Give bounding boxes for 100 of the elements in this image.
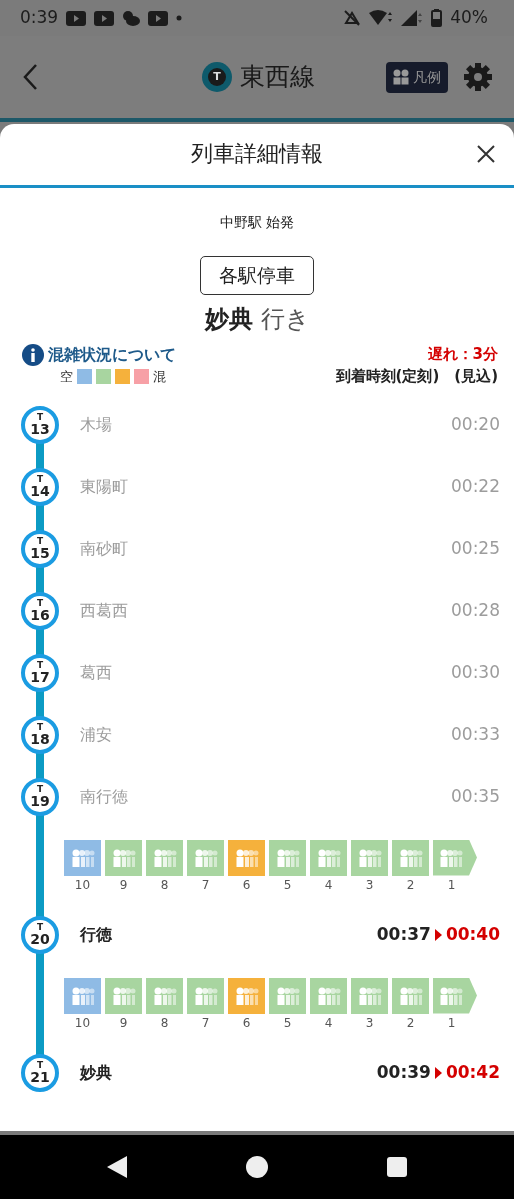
station-name: 南行徳 [80, 785, 128, 808]
passengers-icon [316, 986, 341, 1005]
triangle-icon [434, 1066, 442, 1079]
car-number: 1 [446, 1014, 457, 1032]
station-number-badge: T 15 [21, 529, 59, 568]
car-number: 9 [118, 1014, 129, 1032]
passengers-icon [439, 986, 463, 1005]
car-number: 8 [159, 876, 170, 894]
home-button[interactable] [246, 1156, 268, 1178]
passengers-icon [152, 986, 177, 1005]
passengers-icon [193, 848, 218, 867]
destination-suffix: 行き [260, 303, 310, 335]
weather-icon [122, 10, 141, 26]
destination-name: 妙典 [204, 303, 253, 335]
train-type-badge: 各駅停車 [200, 256, 314, 295]
passengers-icon [439, 848, 463, 867]
origin-text: 中野駅 始発 [219, 213, 295, 232]
station-number-badge: T 16 [21, 591, 59, 630]
passengers-icon [111, 848, 136, 867]
car-number: 9 [118, 876, 129, 894]
car-number: 3 [364, 876, 375, 894]
back-icon [107, 1156, 128, 1178]
close-icon [476, 144, 496, 164]
settings-button[interactable] [464, 63, 492, 91]
station-name: 妙典 [80, 1061, 112, 1084]
scheduled-time: 00:20 [451, 412, 500, 436]
passengers-icon [70, 848, 95, 867]
car-number: 4 [323, 1014, 334, 1032]
sheet-title: 列車詳細情報 [191, 141, 323, 168]
car-number: 5 [282, 1014, 293, 1032]
passengers-icon [275, 986, 300, 1005]
car-number: 3 [364, 1014, 375, 1032]
passengers-icon [398, 848, 423, 867]
mute-icon [343, 9, 362, 27]
station-name: 葛西 [80, 661, 112, 684]
recent-apps-icon [386, 1157, 407, 1177]
passengers-icon [234, 986, 259, 1005]
legend-button[interactable]: 凡例 [386, 61, 448, 93]
station-number-badge: T 14 [21, 467, 59, 506]
back-icon [22, 63, 38, 91]
passengers-icon [70, 986, 95, 1005]
station-number-badge: T 19 [21, 777, 59, 816]
battery-icon [431, 9, 443, 27]
passengers-icon [193, 986, 218, 1005]
expected-time: 00:40 [445, 922, 500, 946]
wifi-icon [369, 10, 394, 26]
station-name: 浦安 [80, 723, 112, 746]
passengers-icon [275, 848, 300, 867]
car-number: 2 [405, 1014, 416, 1032]
passengers-icon [357, 986, 382, 1005]
scheduled-time: 00:30 [451, 660, 500, 684]
scheduled-time: 00:37 [376, 922, 431, 946]
car-number: 1 [446, 876, 457, 894]
scheduled-time: 00:35 [451, 784, 500, 808]
info-icon [22, 343, 44, 366]
recent-apps-button[interactable] [386, 1157, 407, 1177]
home-icon [246, 1156, 268, 1178]
station-name: 木場 [80, 413, 112, 436]
station-number-badge: T 18 [21, 715, 59, 754]
station-name: 東陽町 [80, 475, 128, 498]
scheduled-time: 00:33 [451, 722, 500, 746]
passengers-icon [357, 848, 382, 867]
car-number: 6 [241, 876, 252, 894]
car-number: 8 [159, 1014, 170, 1032]
station-name: 行徳 [80, 923, 112, 946]
signal-icon [401, 10, 424, 26]
congestion-info-link[interactable]: 混雑状況について [22, 342, 176, 367]
car-number: 10 [73, 876, 92, 894]
car-number: 6 [241, 1014, 252, 1032]
car-number: 7 [200, 1014, 211, 1032]
station-name: 南砂町 [80, 537, 128, 560]
station-number-badge: T 20 [21, 915, 59, 954]
settings-icon [464, 63, 492, 91]
video-app-icon [94, 10, 115, 26]
video-app-icon [66, 10, 87, 26]
back-button[interactable] [22, 63, 38, 91]
battery-level: 40% [450, 6, 488, 30]
line-title: 東西線 [240, 61, 315, 94]
line-logo: T [202, 62, 232, 92]
car-number: 5 [282, 876, 293, 894]
scheduled-time: 00:28 [451, 598, 500, 622]
car-number: 2 [405, 876, 416, 894]
car-number: 10 [73, 1014, 92, 1032]
arrival-time-header: 到着時刻(定刻) (見込) [335, 366, 498, 387]
expected-time: 00:42 [445, 1060, 500, 1084]
passengers-icon [398, 986, 423, 1005]
car-number: 7 [200, 876, 211, 894]
legend-high-label: 混 [153, 367, 166, 386]
legend-icon [393, 69, 409, 85]
passengers-icon [234, 848, 259, 867]
car-number: 4 [323, 876, 334, 894]
passengers-icon [111, 986, 136, 1005]
triangle-icon [434, 928, 442, 941]
delay-text: 遅れ：3分 [427, 343, 498, 365]
station-number-badge: T 21 [21, 1053, 59, 1092]
station-name: 西葛西 [80, 599, 128, 622]
close-button[interactable] [476, 144, 496, 164]
station-number-badge: T 17 [21, 653, 59, 692]
back-nav-button[interactable] [107, 1156, 128, 1178]
passengers-icon [152, 848, 177, 867]
